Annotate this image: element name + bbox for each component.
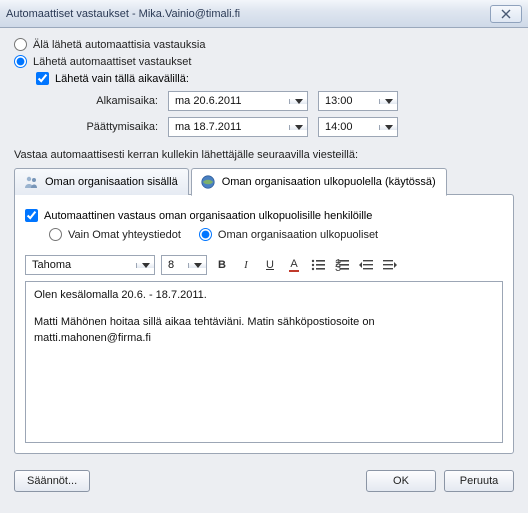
chevron-down-icon bbox=[385, 99, 393, 104]
svg-text:3: 3 bbox=[335, 262, 341, 271]
chevron-down-icon bbox=[385, 125, 393, 130]
checkbox-time-range[interactable]: Lähetä vain tällä aikavälillä: bbox=[36, 72, 514, 85]
outdent-icon bbox=[359, 259, 373, 271]
bold-button[interactable]: B bbox=[213, 255, 231, 275]
end-time-arrow[interactable] bbox=[379, 125, 397, 130]
chevron-down-icon bbox=[142, 263, 150, 268]
radio-no-autoreply[interactable]: Älä lähetä automaattisia vastauksia bbox=[14, 38, 514, 51]
checkbox-time-range-input[interactable] bbox=[36, 72, 49, 85]
ok-button[interactable]: OK bbox=[366, 470, 436, 492]
end-label: Päättymisaika: bbox=[58, 121, 158, 133]
radio-only-contacts-label: Vain Omat yhteystiedot bbox=[68, 229, 181, 241]
bulleted-list-button[interactable] bbox=[309, 255, 327, 275]
chevron-down-icon bbox=[295, 99, 303, 104]
radio-only-contacts-input[interactable] bbox=[49, 228, 62, 241]
tab-outside-label: Oman organisaation ulkopuolella (käytöss… bbox=[222, 176, 436, 188]
start-date-value: ma 20.6.2011 bbox=[169, 95, 289, 107]
end-date-value: ma 18.7.2011 bbox=[169, 121, 289, 133]
checkbox-enable-external-input[interactable] bbox=[25, 209, 38, 222]
radio-all-external-input[interactable] bbox=[199, 228, 212, 241]
end-date-combo[interactable]: ma 18.7.2011 bbox=[168, 117, 308, 137]
end-time-combo[interactable]: 14:00 bbox=[318, 117, 398, 137]
decrease-indent-button[interactable] bbox=[357, 255, 375, 275]
radio-all-external[interactable]: Oman organisaation ulkopuoliset bbox=[199, 228, 378, 241]
end-date-arrow[interactable] bbox=[289, 125, 307, 130]
chevron-down-icon bbox=[194, 263, 202, 268]
cancel-button[interactable]: Peruuta bbox=[444, 470, 514, 492]
numbered-list-button[interactable]: 123 bbox=[333, 255, 351, 275]
globe-icon bbox=[200, 174, 216, 190]
cancel-button-label: Peruuta bbox=[460, 475, 499, 487]
tab-inside-org[interactable]: Oman organisaation sisällä bbox=[14, 168, 189, 195]
radio-send-autoreply[interactable]: Lähetä automaattiset vastaukset bbox=[14, 55, 514, 68]
numbered-list-icon: 123 bbox=[335, 259, 349, 271]
start-time-combo[interactable]: 13:00 bbox=[318, 91, 398, 111]
font-size-combo[interactable]: 8 bbox=[161, 255, 207, 275]
chevron-down-icon bbox=[295, 125, 303, 130]
radio-only-contacts[interactable]: Vain Omat yhteystiedot bbox=[49, 228, 181, 241]
radio-send-autoreply-input[interactable] bbox=[14, 55, 27, 68]
message-editor[interactable]: Olen kesälomalla 20.6. - 18.7.2011. Matt… bbox=[25, 281, 503, 443]
radio-no-autoreply-label: Älä lähetä automaattisia vastauksia bbox=[33, 39, 205, 51]
radio-send-autoreply-label: Lähetä automaattiset vastaukset bbox=[33, 56, 191, 68]
checkbox-enable-external[interactable]: Automaattinen vastaus oman organisaation… bbox=[25, 209, 503, 222]
font-color-button[interactable]: A bbox=[285, 255, 303, 275]
checkbox-time-range-label: Lähetä vain tällä aikavälillä: bbox=[55, 73, 189, 85]
increase-indent-button[interactable] bbox=[381, 255, 399, 275]
font-size-arrow[interactable] bbox=[188, 263, 206, 268]
radio-no-autoreply-input[interactable] bbox=[14, 38, 27, 51]
end-time-value: 14:00 bbox=[319, 121, 379, 133]
indent-icon bbox=[383, 259, 397, 271]
reply-summary: Vastaa automaattisesti kerran kullekin l… bbox=[14, 149, 514, 161]
tab-bar: Oman organisaation sisällä Oman organisa… bbox=[14, 167, 514, 195]
rules-button[interactable]: Säännöt... bbox=[14, 470, 90, 492]
start-date-arrow[interactable] bbox=[289, 99, 307, 104]
font-size-value: 8 bbox=[162, 259, 188, 271]
bulleted-list-icon bbox=[311, 259, 325, 271]
rules-button-label: Säännöt... bbox=[27, 475, 77, 487]
outside-panel: Automaattinen vastaus oman organisaation… bbox=[14, 194, 514, 454]
italic-button[interactable]: I bbox=[237, 255, 255, 275]
checkbox-enable-external-label: Automaattinen vastaus oman organisaation… bbox=[44, 210, 372, 222]
font-value: Tahoma bbox=[26, 259, 136, 271]
start-time-arrow[interactable] bbox=[379, 99, 397, 104]
start-time-value: 13:00 bbox=[319, 95, 379, 107]
start-label: Alkamisaika: bbox=[58, 95, 158, 107]
font-arrow[interactable] bbox=[136, 263, 154, 268]
people-icon bbox=[23, 174, 39, 190]
tab-inside-label: Oman organisaation sisällä bbox=[45, 176, 178, 188]
title-bar: Automaattiset vastaukset - Mika.Vainio@t… bbox=[0, 0, 528, 28]
close-button[interactable] bbox=[490, 5, 522, 23]
ok-button-label: OK bbox=[393, 475, 409, 487]
radio-all-external-label: Oman organisaation ulkopuoliset bbox=[218, 229, 378, 241]
message-line-1: Olen kesälomalla 20.6. - 18.7.2011. bbox=[34, 288, 494, 303]
underline-button[interactable]: U bbox=[261, 255, 279, 275]
close-icon bbox=[501, 9, 511, 19]
dialog-button-bar: Säännöt... OK Peruuta bbox=[0, 462, 528, 502]
font-combo[interactable]: Tahoma bbox=[25, 255, 155, 275]
tab-outside-org[interactable]: Oman organisaation ulkopuolella (käytöss… bbox=[191, 168, 447, 196]
font-color-icon: A bbox=[289, 258, 298, 272]
message-line-2: Matti Mähönen hoitaa sillä aikaa tehtävi… bbox=[34, 315, 494, 346]
format-toolbar: Tahoma 8 B I U A 123 bbox=[25, 255, 503, 275]
start-date-combo[interactable]: ma 20.6.2011 bbox=[168, 91, 308, 111]
window-title: Automaattiset vastaukset - Mika.Vainio@t… bbox=[6, 8, 240, 20]
